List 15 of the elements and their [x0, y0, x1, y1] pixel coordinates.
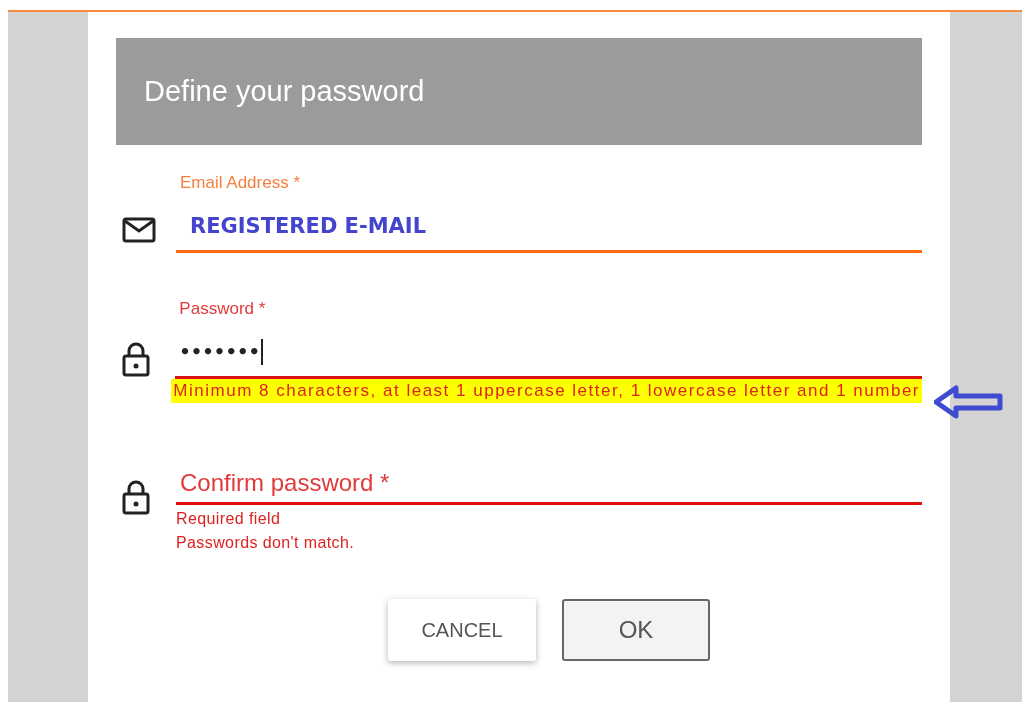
dialog-title: Define your password [116, 38, 922, 145]
lock-icon [122, 341, 150, 377]
error-message: Required field [176, 509, 282, 529]
error-message: Passwords don't match. [176, 533, 356, 553]
arrow-icon [934, 384, 1004, 420]
field-label: Password * [178, 299, 267, 320]
ok-button[interactable]: OK [562, 599, 710, 661]
mail-icon [122, 217, 156, 243]
input-field[interactable]: REGISTERED E-MAIL [176, 201, 922, 253]
cancel-button[interactable]: CANCEL [388, 599, 536, 661]
input-field[interactable]: Confirm password * [176, 463, 922, 505]
text-cursor [260, 338, 263, 365]
password-hint: Minimum 8 characters, at least 1 uppercase letter, 1 lowercase letter and 1 number [171, 379, 922, 403]
field-label: Email Address * [179, 173, 302, 194]
lock-icon [122, 479, 150, 515]
